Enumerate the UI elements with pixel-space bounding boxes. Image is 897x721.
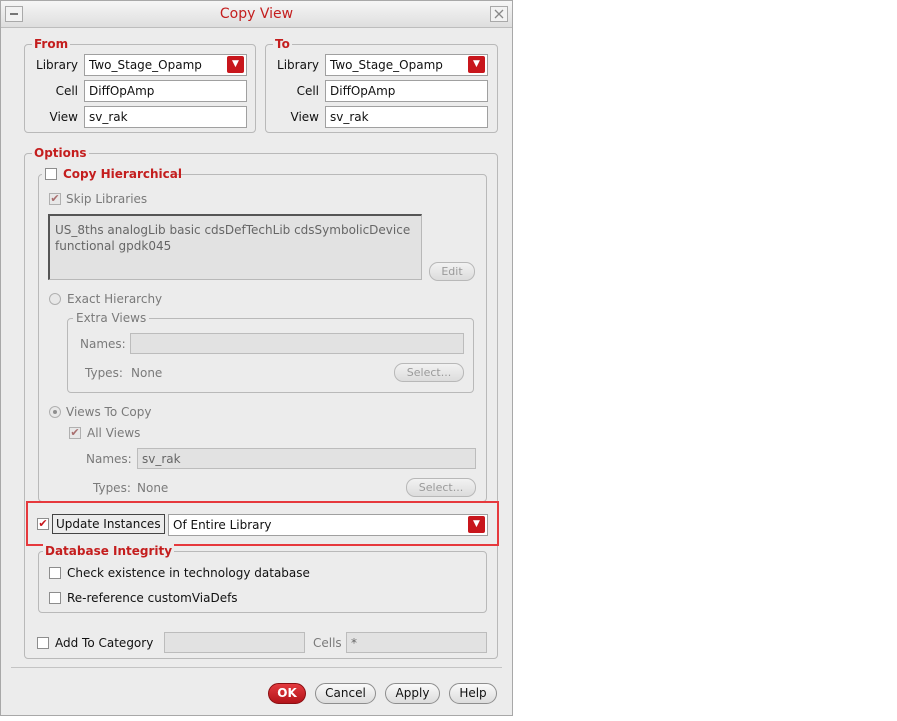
to-cell-field[interactable]: DiffOpAmp bbox=[325, 80, 488, 102]
options-group-title: Options bbox=[32, 146, 89, 160]
edit-button[interactable]: Edit bbox=[429, 262, 475, 281]
category-field[interactable] bbox=[164, 632, 305, 653]
cells-label: Cells bbox=[313, 636, 342, 650]
views-to-copy-radio[interactable] bbox=[49, 406, 61, 418]
extra-views-title: Extra Views bbox=[73, 311, 150, 325]
extra-views-names-field[interactable] bbox=[130, 333, 464, 354]
from-group-title: From bbox=[32, 37, 71, 51]
from-library-select[interactable]: Two_Stage_Opamp ▼ bbox=[84, 54, 247, 76]
chevron-down-icon[interactable]: ▼ bbox=[468, 516, 485, 533]
from-library-label: Library bbox=[36, 58, 78, 72]
chevron-down-icon[interactable]: ▼ bbox=[227, 56, 244, 73]
help-button[interactable]: Help bbox=[449, 683, 497, 704]
extra-views-names-label: Names: bbox=[80, 337, 126, 351]
cells-field[interactable]: * bbox=[346, 632, 487, 653]
views-to-copy-types-label: Types: bbox=[93, 481, 131, 495]
to-view-label: View bbox=[290, 110, 319, 124]
update-instances-value: Of Entire Library bbox=[173, 518, 272, 532]
close-icon bbox=[494, 9, 504, 19]
from-cell-label: Cell bbox=[55, 84, 78, 98]
skip-libraries-checkbox[interactable]: ✔ bbox=[49, 193, 61, 205]
all-views-label: All Views bbox=[87, 426, 141, 440]
button-separator bbox=[11, 667, 502, 668]
skip-libraries-list[interactable]: US_8ths analogLib basic cdsDefTechLib cd… bbox=[48, 214, 422, 280]
extra-views-types-label: Types: bbox=[85, 366, 123, 380]
views-to-copy-names-field[interactable]: sv_rak bbox=[137, 448, 476, 469]
extra-views-select-button[interactable]: Select... bbox=[394, 363, 464, 382]
views-to-copy-select-button[interactable]: Select... bbox=[406, 478, 476, 497]
to-cell-label: Cell bbox=[296, 84, 319, 98]
copy-hierarchical-checkbox[interactable] bbox=[45, 168, 57, 180]
apply-button[interactable]: Apply bbox=[385, 683, 440, 704]
to-library-label: Library bbox=[277, 58, 319, 72]
window-title: Copy View bbox=[219, 6, 294, 22]
chevron-down-icon[interactable]: ▼ bbox=[468, 56, 485, 73]
exact-hierarchy-label: Exact Hierarchy bbox=[67, 292, 163, 306]
from-library-value: Two_Stage_Opamp bbox=[89, 58, 202, 72]
cancel-button[interactable]: Cancel bbox=[315, 683, 376, 704]
ok-button[interactable]: OK bbox=[268, 683, 306, 704]
to-library-value: Two_Stage_Opamp bbox=[330, 58, 443, 72]
to-view-field[interactable]: sv_rak bbox=[325, 106, 488, 128]
exact-hierarchy-radio[interactable] bbox=[49, 293, 61, 305]
from-view-field[interactable]: sv_rak bbox=[84, 106, 247, 128]
views-to-copy-label: Views To Copy bbox=[66, 405, 152, 419]
add-to-category-label: Add To Category bbox=[55, 636, 154, 650]
rereference-checkbox[interactable] bbox=[49, 592, 61, 604]
database-integrity-title: Database Integrity bbox=[43, 544, 175, 558]
copy-hierarchical-label: Copy Hierarchical bbox=[63, 167, 182, 181]
check-existence-label: Check existence in technology database bbox=[67, 566, 310, 580]
views-to-copy-types-value: None bbox=[137, 481, 169, 495]
rereference-label: Re-reference customViaDefs bbox=[67, 591, 238, 605]
from-view-label: View bbox=[49, 110, 78, 124]
to-library-select[interactable]: Two_Stage_Opamp ▼ bbox=[325, 54, 488, 76]
update-instances-label[interactable]: Update Instances bbox=[52, 514, 165, 534]
views-to-copy-names-label: Names: bbox=[86, 452, 132, 466]
check-existence-checkbox[interactable] bbox=[49, 567, 61, 579]
update-instances-select[interactable]: Of Entire Library ▼ bbox=[168, 514, 488, 536]
copy-view-dialog: Copy View From Library Two_Stage_Opamp ▼… bbox=[0, 0, 513, 716]
from-cell-field[interactable]: DiffOpAmp bbox=[84, 80, 247, 102]
skip-libraries-label: Skip Libraries bbox=[66, 192, 148, 206]
all-views-checkbox[interactable]: ✔ bbox=[69, 427, 81, 439]
add-to-category-checkbox[interactable] bbox=[37, 637, 49, 649]
title-bar[interactable]: Copy View bbox=[1, 1, 512, 28]
extra-views-types-value: None bbox=[131, 366, 163, 380]
to-group-title: To bbox=[273, 37, 292, 51]
close-button[interactable] bbox=[490, 6, 508, 22]
update-instances-checkbox[interactable]: ✔ bbox=[37, 518, 49, 530]
